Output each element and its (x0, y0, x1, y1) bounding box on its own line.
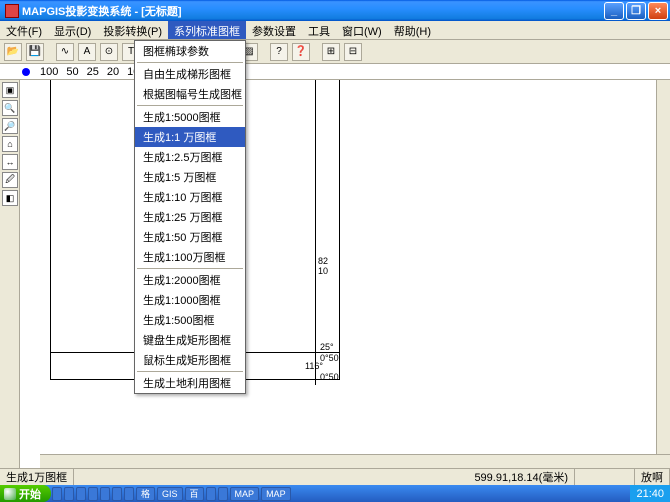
menu-file[interactable]: 文件(F) (0, 21, 48, 39)
menu-projection[interactable]: 投影转换(P) (97, 21, 168, 39)
text-icon[interactable]: A (78, 43, 96, 61)
task-button[interactable] (206, 487, 216, 501)
task-button[interactable]: GIS (157, 487, 183, 501)
ruler-dot-icon (22, 68, 30, 76)
menu-item[interactable]: 根据图幅号生成图框 (135, 84, 245, 104)
grid2-icon[interactable]: ⊟ (344, 43, 362, 61)
tool2-icon[interactable]: ◧ (2, 190, 18, 206)
menu-item[interactable]: 自由生成梯形图框 (135, 64, 245, 84)
dropdown-menu: 图框椭球参数 自由生成梯形图框 根据图幅号生成图框 生成1:5000图框 生成1… (134, 40, 246, 394)
menu-item[interactable]: 鼠标生成矩形图框 (135, 350, 245, 370)
clock: 21:40 (636, 488, 664, 500)
task-button[interactable] (112, 487, 122, 501)
start-button[interactable]: 开始 (0, 485, 51, 502)
menu-window[interactable]: 窗口(W) (336, 21, 388, 39)
status-coords: 599.91,18.14(毫米) (468, 469, 575, 485)
menu-params[interactable]: 参数设置 (246, 21, 302, 39)
menu-help[interactable]: 帮助(H) (388, 21, 437, 39)
scale-ruler: 100 50 25 20 10 5万 (0, 64, 670, 80)
status-right: 放啊 (635, 469, 670, 485)
menu-item[interactable]: 生成土地利用图框 (135, 373, 245, 393)
circle-icon[interactable]: ⊙ (100, 43, 118, 61)
status-bar: 生成1万图框 599.91,18.14(毫米) 放啊 (0, 468, 670, 485)
open-icon[interactable]: 📂 (4, 43, 22, 61)
pan-icon[interactable]: ↔ (2, 154, 18, 170)
close-button[interactable]: × (648, 2, 668, 20)
task-button[interactable] (52, 487, 62, 501)
scale-25[interactable]: 25 (85, 66, 101, 78)
tool-icon[interactable]: 🖉 (2, 172, 18, 188)
menu-item[interactable]: 键盘生成矩形图框 (135, 330, 245, 350)
windows-logo-icon (4, 488, 16, 500)
menu-item[interactable]: 生成1:1000图框 (135, 290, 245, 310)
coord-label: 82 10 (318, 256, 340, 276)
zoom-out-icon[interactable]: 🔎 (2, 118, 18, 134)
scale-50[interactable]: 50 (64, 66, 80, 78)
side-toolbar: ▣ 🔍 🔎 ⌂ ↔ 🖉 ◧ (0, 80, 20, 468)
task-button[interactable] (64, 487, 74, 501)
menu-standard-frame[interactable]: 系列标准图框 (168, 21, 246, 39)
window-title: MAPGIS投影变换系统 - [无标题] (22, 3, 604, 19)
minimize-button[interactable]: _ (604, 2, 624, 20)
menubar: 文件(F) 显示(D) 投影转换(P) 系列标准图框 参数设置 工具 窗口(W)… (0, 21, 670, 40)
start-label: 开始 (19, 486, 41, 502)
task-button[interactable]: MAP (230, 487, 260, 501)
app-icon (5, 4, 19, 18)
task-button[interactable] (124, 487, 134, 501)
task-button[interactable]: MAP (261, 487, 291, 501)
save-icon[interactable]: 💾 (26, 43, 44, 61)
table-icon[interactable]: ⊞ (322, 43, 340, 61)
status-left: 生成1万图框 (0, 469, 74, 485)
zoom-in-icon[interactable]: 🔍 (2, 100, 18, 116)
coord-label: 116° (305, 361, 323, 371)
work-area: ▣ 🔍 🔎 ⌂ ↔ 🖉 ◧ 82 10 294 02 25° 0°50 116°… (0, 80, 670, 468)
menu-item[interactable]: 生成1:100万图框 (135, 247, 245, 267)
coord-label: 0°50 (320, 372, 339, 382)
scrollbar-horizontal[interactable] (40, 454, 670, 468)
canvas[interactable]: 82 10 294 02 25° 0°50 116° 0°50 (20, 80, 670, 468)
task-button[interactable] (76, 487, 86, 501)
task-button[interactable] (100, 487, 110, 501)
menu-item[interactable]: 生成1:5000图框 (135, 107, 245, 127)
menu-item[interactable]: 生成1:10 万图框 (135, 187, 245, 207)
menu-item[interactable]: 图框椭球参数 (135, 41, 245, 61)
help-icon[interactable]: ? (270, 43, 288, 61)
menu-item[interactable]: 生成1:2000图框 (135, 270, 245, 290)
task-button[interactable] (218, 487, 228, 501)
menu-item[interactable]: 生成1:500图框 (135, 310, 245, 330)
context-help-icon[interactable]: ❓ (292, 43, 310, 61)
scale-100[interactable]: 100 (38, 66, 60, 78)
window-titlebar: MAPGIS投影变换系统 - [无标题] _ ❐ × (0, 0, 670, 21)
menu-item[interactable]: 生成1:2.5万图框 (135, 147, 245, 167)
system-tray[interactable]: 21:40 (630, 485, 670, 502)
menu-item[interactable]: 生成1:50 万图框 (135, 227, 245, 247)
scrollbar-vertical[interactable] (656, 80, 670, 454)
chart-icon[interactable]: ∿ (56, 43, 74, 61)
menu-item[interactable]: 生成1:25 万图框 (135, 207, 245, 227)
taskbar: 开始 格 GIS 百 MAP MAP 21:40 (0, 485, 670, 502)
scale-20[interactable]: 20 (105, 66, 121, 78)
task-button[interactable]: 格 (136, 487, 155, 501)
toolbar: 📂 💾 ∿ A ⊙ T ⊕ 🎨 ▦ ▩ ▨ ? ❓ ⊞ ⊟ (0, 40, 670, 64)
menu-display[interactable]: 显示(D) (48, 21, 97, 39)
menu-item[interactable]: 生成1:5 万图框 (135, 167, 245, 187)
task-button[interactable]: 百 (185, 487, 204, 501)
menu-item-highlighted[interactable]: 生成1:1 万图框 (135, 127, 245, 147)
maximize-button[interactable]: ❐ (626, 2, 646, 20)
coord-label: 25° (320, 342, 334, 352)
fit-icon[interactable]: ▣ (2, 82, 18, 98)
task-button[interactable] (88, 487, 98, 501)
menu-tools[interactable]: 工具 (302, 21, 336, 39)
home-icon[interactable]: ⌂ (2, 136, 18, 152)
